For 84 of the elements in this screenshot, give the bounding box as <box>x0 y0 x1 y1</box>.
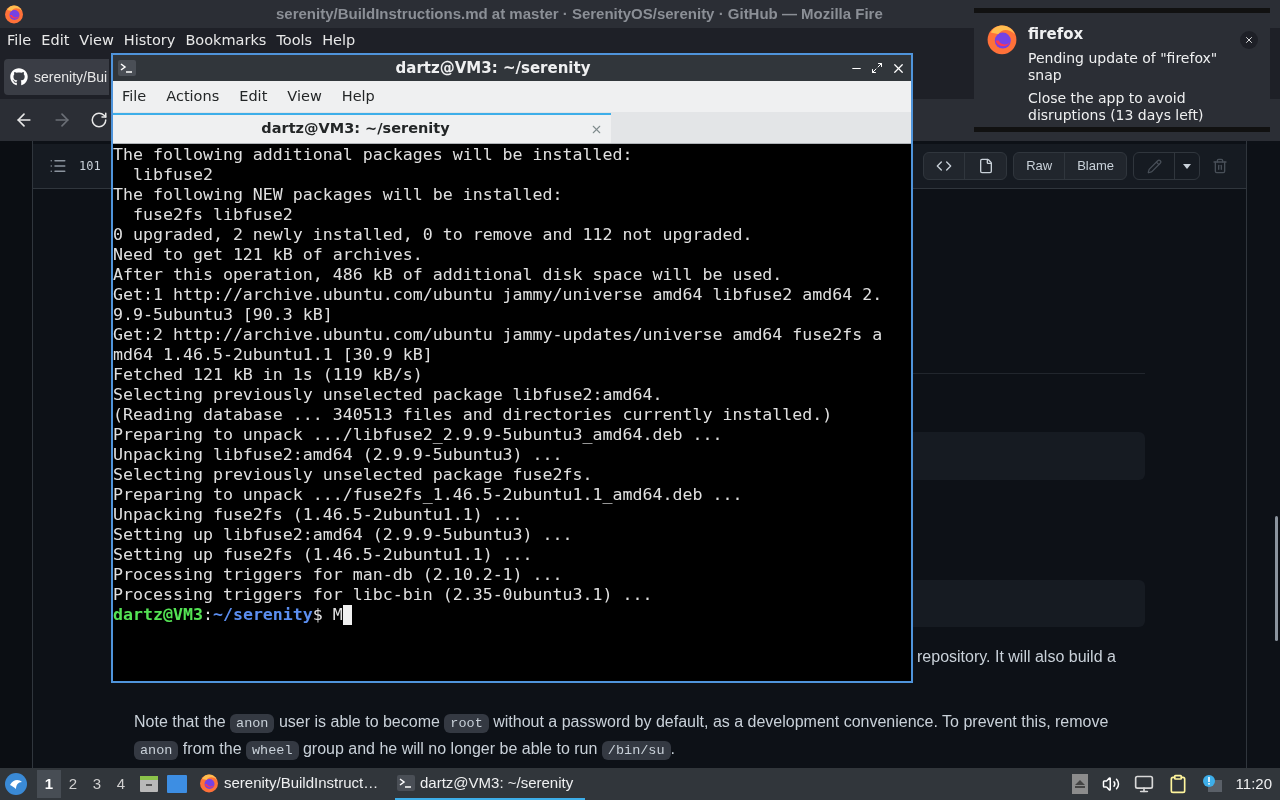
paragraph-text: anon from the wheel group and he will no longer be able to run /bin/su . <box>134 736 1145 763</box>
update-notifier-icon[interactable] <box>1201 775 1222 793</box>
terminal-icon <box>397 775 415 791</box>
close-button[interactable] <box>1240 31 1258 49</box>
prompt-user: dartz@VM3 <box>113 605 203 625</box>
terminal-line: (Reading database ... 340513 files and directories currently installed.) <box>113 405 833 425</box>
menu-item[interactable]: History <box>120 29 179 52</box>
prompt-path: ~/serenity <box>212 605 313 625</box>
terminal-line: After this operation, 486 kB of additional disk space will be used. <box>113 265 783 285</box>
taskbar-task[interactable]: serenity/BuildInstruct… <box>197 768 387 800</box>
menu-item[interactable]: Help <box>336 85 380 108</box>
github-icon <box>10 68 28 86</box>
trash-icon <box>1212 158 1228 174</box>
notification-title: firefox <box>1028 24 1085 45</box>
maximize-icon[interactable] <box>871 62 883 74</box>
terminal-line: fuse2fs libfuse2 <box>131 205 293 225</box>
firefox-icon <box>4 4 24 24</box>
terminal-line: md64 1.46.5-2ubuntu1.1 [30.9 kB] <box>113 345 433 365</box>
terminal-line: Selecting previously unselected package fuse2fs. <box>113 465 593 485</box>
firefox-icon <box>986 23 1018 55</box>
scrollbar[interactable] <box>1275 516 1278 641</box>
caret-icon <box>1183 163 1191 169</box>
menu-item[interactable]: File <box>4 29 35 52</box>
menu-item[interactable]: Edit <box>234 85 273 108</box>
pencil-icon <box>1146 158 1162 174</box>
terminal-line: Fetched 121 kB in 1s (119 kB/s) <box>113 365 423 385</box>
terminal-line: 9.9-5ubuntu3 [90.3 kB] <box>113 305 333 325</box>
prompt-separator: : <box>202 605 213 625</box>
file-action-button[interactable]: Blame <box>1064 153 1126 179</box>
menu-item[interactable]: Help <box>319 29 359 52</box>
outline-icon[interactable] <box>49 157 67 175</box>
firefox-icon <box>199 773 219 793</box>
terminal-tab[interactable]: dartz@VM3: ~/serenity <box>113 113 611 143</box>
paragraph-text: Note that the anon user is able to become root without a password by default, as a development convenience. To prevent this, remove <box>134 712 1110 735</box>
reload-icon[interactable] <box>90 111 108 129</box>
line-count: 101 <box>79 158 101 175</box>
terminal-line: Setting up libfuse2:amd64 (2.9.9-5ubuntu3) ... <box>113 525 573 545</box>
start-menu-icon[interactable] <box>5 773 27 795</box>
terminal-line: libfuse2 <box>131 165 213 185</box>
clock[interactable]: 11:20 <box>1235 772 1272 796</box>
file-icon <box>977 158 994 174</box>
prompt-symbol: $ <box>312 605 324 625</box>
close-icon <box>1244 35 1254 45</box>
workspace-button[interactable]: 1 <box>37 770 61 798</box>
tray-expander-icon[interactable] <box>1071 774 1088 794</box>
paragraph-text: repository. It will also build a <box>917 647 1117 667</box>
menu-item[interactable]: Edit <box>38 29 73 52</box>
browser-tab[interactable]: serenity/Bui <box>4 59 109 95</box>
file-action-button[interactable]: Raw <box>1014 153 1065 179</box>
notification-summary: Pending update of "firefox" snap <box>1028 49 1219 84</box>
terminal-line: Unpacking fuse2fs (1.46.5-2ubuntu1.1) ... <box>113 505 523 525</box>
terminal-line: Need to get 121 kB of archives. <box>113 245 423 265</box>
file-manager-icon[interactable] <box>139 774 159 794</box>
workspace-button[interactable]: 3 <box>85 770 109 798</box>
code-icon <box>936 158 953 174</box>
command-input[interactable]: M <box>332 605 343 625</box>
terminal-line: Unpacking libfuse2:amd64 (2.9.9-5ubuntu3) ... <box>113 445 563 465</box>
menu-item[interactable]: View <box>76 29 117 52</box>
terminal-line: Setting up fuse2fs (1.46.5-2ubuntu1.1) ... <box>113 545 533 565</box>
terminal-line: The following additional packages will be installed: <box>113 145 633 165</box>
terminal-line: Processing triggers for man-db (2.10.2-1) ... <box>113 565 563 585</box>
taskbar-task[interactable]: dartz@VM3: ~/serenity <box>395 768 585 800</box>
menu-item[interactable]: Actions <box>161 85 225 108</box>
workspace-button[interactable]: 2 <box>61 770 85 798</box>
terminal-line: Get:2 http://archive.ubuntu.com/ubuntu jammy-updates/universe amd64 fuse2fs a <box>113 325 883 345</box>
menu-item[interactable]: File <box>117 85 152 108</box>
terminal-line: Preparing to unpack .../fuse2fs_1.46.5-2ubuntu1.1_amd64.deb ... <box>113 485 743 505</box>
menu-item[interactable]: Bookmarks <box>182 29 270 52</box>
terminal-line: Preparing to unpack .../libfuse2_2.9.9-5ubuntu3_amd64.deb ... <box>113 425 723 445</box>
terminal-line: Selecting previously unselected package libfuse2:amd64. <box>113 385 663 405</box>
menu-item[interactable]: View <box>282 85 327 108</box>
window-title: dartz@VM3: ~/serenity <box>394 57 592 79</box>
menu-item[interactable]: Tools <box>273 29 316 52</box>
terminal-line: 0 upgraded, 2 newly installed, 0 to remove and 112 not upgraded. <box>113 225 753 245</box>
text-cursor <box>342 605 352 625</box>
notification-body: Close the app to avoid disruptions (13 days left) <box>1028 89 1205 124</box>
workspace-button[interactable]: 4 <box>109 770 133 798</box>
volume-icon[interactable] <box>1101 775 1120 793</box>
window-title: serenity/BuildInstructions.md at master · SerenityOS/serenity · GitHub — Mozilla Fire <box>276 3 883 24</box>
terminal-line: Processing triggers for libc-bin (2.35-0ubuntu3.1) ... <box>113 585 653 605</box>
terminal-icon <box>118 60 136 76</box>
terminal-line: Get:1 http://archive.ubuntu.com/ubuntu jammy/universe amd64 libfuse2 amd64 2. <box>113 285 883 305</box>
terminal-line: The following NEW packages will be installed: <box>113 185 563 205</box>
network-icon[interactable] <box>1133 774 1154 794</box>
